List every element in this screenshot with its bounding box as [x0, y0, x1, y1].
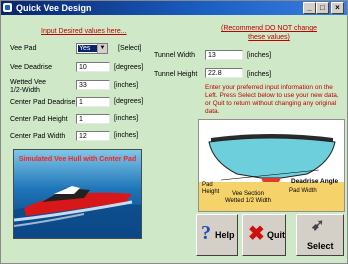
wetted-vee-input[interactable]: 33 — [76, 80, 110, 90]
quit-label: Quit — [267, 230, 285, 240]
select-hint: [Select] — [118, 45, 142, 52]
window-title: Quick Vee Design — [16, 3, 92, 13]
center-pad-deadrise-input[interactable]: 1 — [76, 97, 110, 107]
center-pad-width-unit: [inches] — [114, 132, 139, 139]
wetted-vee-unit: [inches] — [114, 82, 139, 89]
tunnel-width-unit: [inches] — [247, 52, 272, 59]
vee-deadrise-label: Vee Deadrise — [10, 64, 53, 71]
vee-pad-value: Yes — [78, 45, 98, 52]
input-hint: Input Desired values here... — [41, 28, 127, 35]
center-pad-height-unit: [inches] — [114, 115, 139, 122]
x-mark-icon: ✖ — [248, 223, 265, 245]
recommend-hint: (Recommend DO NOT change these values) — [221, 25, 317, 41]
minimize-button[interactable]: _ — [303, 2, 316, 14]
center-pad-height-label: Center Pad Height — [10, 116, 68, 123]
vee-pad-select[interactable]: Yes ▼ — [76, 43, 108, 54]
instruction-message: Enter your preferred input information o… — [205, 84, 339, 115]
center-pad-width-input[interactable]: 12 — [76, 131, 110, 141]
quit-button[interactable]: ✖ Quit — [242, 214, 286, 256]
hull-diagram: Vee Hull with Pad Pad Height Vee Section… — [198, 119, 345, 212]
boat-photo: Simulated Vee Hull with Center Pad — [13, 149, 142, 239]
speedboat-illustration — [14, 186, 141, 238]
help-button[interactable]: ? Help — [196, 214, 238, 256]
tunnel-width-input[interactable]: 13 — [205, 50, 243, 60]
deadrise-angle-label: Deadrise Angle — [291, 178, 339, 185]
maximize-button[interactable]: □ — [316, 2, 329, 14]
center-pad-height-input[interactable]: 1 — [76, 114, 110, 124]
center-pad-width-label: Center Pad Width — [10, 133, 66, 140]
quick-vee-design-window: Quick Vee Design _ □ × Input Desired val… — [0, 0, 348, 264]
center-pad-deadrise-label: Center Pad Deadrise — [10, 99, 76, 106]
chevron-down-icon[interactable]: ▼ — [97, 44, 107, 53]
pad-height-label: Pad Height — [202, 182, 220, 195]
select-label: Select — [307, 241, 334, 251]
help-label: Help — [215, 230, 235, 240]
vee-deadrise-unit: [degrees] — [114, 64, 144, 71]
question-mark-icon: ? — [201, 222, 211, 244]
vee-deadrise-input[interactable]: 10 — [76, 62, 110, 72]
app-icon — [3, 3, 12, 12]
pad-width-label: Pad Width — [289, 188, 317, 194]
title-bar[interactable]: Quick Vee Design _ □ × — [1, 1, 347, 15]
close-button[interactable]: × — [331, 2, 344, 14]
center-pad-deadrise-unit: [degrees] — [114, 98, 144, 105]
tunnel-height-label: Tunnel Height — [154, 71, 198, 78]
diagram-title: Vee Hull with Pad — [242, 123, 301, 130]
tunnel-height-unit: [inches] — [247, 71, 272, 78]
vee-pad-label: Vee Pad — [10, 45, 37, 52]
hull-cross-section-graphic — [199, 120, 344, 211]
cursor-arrow-icon: ➹ — [311, 217, 325, 234]
select-button[interactable]: ➹ Select — [296, 214, 344, 256]
tunnel-height-input[interactable]: 22.8 — [205, 68, 243, 78]
tunnel-width-label: Tunnel Width — [154, 52, 195, 59]
wetted-vee-label: Wetted Vee 1/2-Width — [10, 79, 47, 94]
vee-section-label: Vee Section Wetted 1/2 Width — [225, 191, 271, 204]
